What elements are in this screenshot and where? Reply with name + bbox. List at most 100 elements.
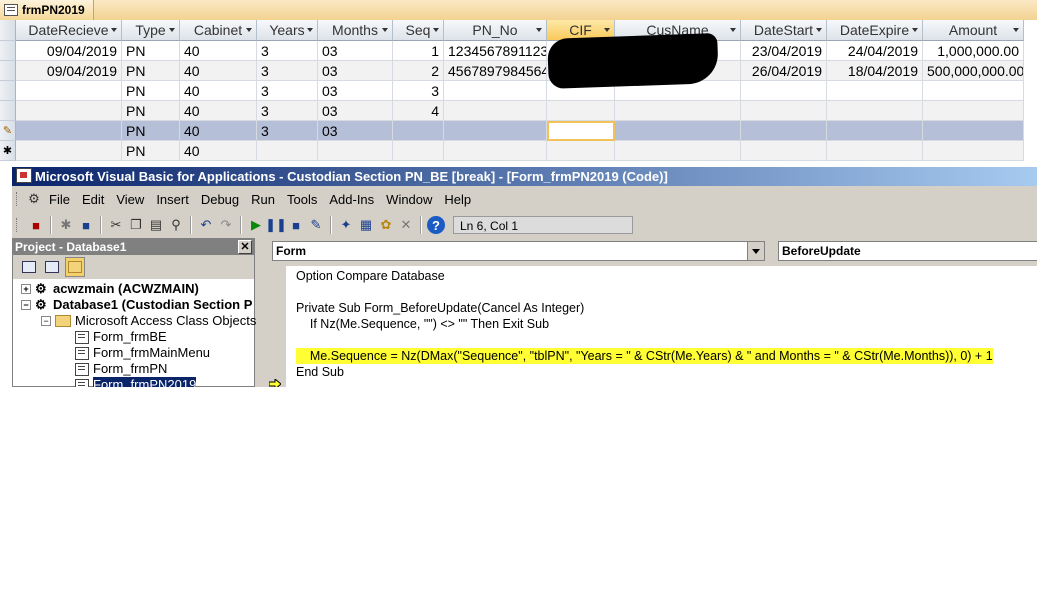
column-header[interactable]: DateExpire bbox=[827, 20, 923, 41]
table-cell[interactable]: PN bbox=[122, 81, 180, 101]
menu-debug[interactable]: Debug bbox=[195, 192, 245, 207]
table-cell-focused[interactable] bbox=[547, 121, 615, 141]
code-line-current-execution[interactable]: Me.Sequence = Nz(DMax("Sequence", "tblPN… bbox=[296, 348, 993, 364]
save-icon[interactable]: ■ bbox=[77, 216, 95, 234]
undo-icon[interactable]: ↶ bbox=[197, 216, 215, 234]
menu-insert[interactable]: Insert bbox=[150, 192, 195, 207]
code-editor[interactable]: Option Compare Database Private Sub Form… bbox=[286, 266, 1037, 387]
column-header[interactable]: Cabinet bbox=[180, 20, 257, 41]
table-cell[interactable] bbox=[547, 101, 615, 121]
document-menu-icon[interactable]: ⚙ bbox=[25, 190, 43, 208]
row-selector[interactable] bbox=[0, 41, 16, 61]
table-cell[interactable]: 40 bbox=[180, 41, 257, 61]
column-header[interactable]: Years bbox=[257, 20, 318, 41]
collapse-icon[interactable]: − bbox=[41, 316, 51, 326]
column-header[interactable]: Seq bbox=[393, 20, 444, 41]
project-explorer-icon[interactable]: ✦ bbox=[337, 216, 355, 234]
table-cell[interactable] bbox=[393, 141, 444, 161]
table-cell[interactable] bbox=[547, 141, 615, 161]
menu-tools[interactable]: Tools bbox=[281, 192, 323, 207]
table-cell[interactable]: 03 bbox=[318, 101, 393, 121]
code-line[interactable]: End Sub bbox=[296, 364, 344, 380]
table-cell[interactable] bbox=[923, 121, 1024, 141]
code-margin-indicator-bar[interactable] bbox=[264, 266, 287, 387]
tree-node-form-selected[interactable]: Form_frmPN2019 bbox=[75, 377, 197, 387]
menu-view[interactable]: View bbox=[110, 192, 150, 207]
table-cell[interactable] bbox=[393, 121, 444, 141]
table-cell[interactable]: 3 bbox=[393, 81, 444, 101]
procedure-dropdown[interactable]: BeforeUpdate bbox=[778, 241, 1037, 261]
table-cell[interactable] bbox=[16, 141, 122, 161]
table-cell[interactable]: 4 bbox=[393, 101, 444, 121]
collapse-icon[interactable]: − bbox=[21, 300, 31, 310]
table-cell[interactable]: PN bbox=[122, 141, 180, 161]
expand-icon[interactable]: + bbox=[21, 284, 31, 294]
table-cell[interactable] bbox=[444, 141, 547, 161]
table-cell[interactable]: 1,000,000.00 bbox=[923, 41, 1024, 61]
table-cell[interactable]: 3 bbox=[257, 101, 318, 121]
table-cell[interactable]: 03 bbox=[318, 61, 393, 81]
tree-node-acwzmain[interactable]: + ⚙ acwzmain (ACWZMAIN) bbox=[21, 281, 199, 297]
table-cell[interactable]: 40 bbox=[180, 101, 257, 121]
table-cell[interactable]: 03 bbox=[318, 121, 393, 141]
cut-icon[interactable]: ✂ bbox=[107, 216, 125, 234]
table-cell[interactable]: 09/04/2019 bbox=[16, 61, 122, 81]
table-cell[interactable] bbox=[827, 101, 923, 121]
tree-node-database1[interactable]: − ⚙ Database1 (Custodian Section P bbox=[21, 297, 252, 313]
table-cell[interactable]: 3 bbox=[257, 61, 318, 81]
table-cell[interactable] bbox=[741, 141, 827, 161]
table-cell[interactable]: 40 bbox=[180, 141, 257, 161]
vba-title-bar[interactable]: Microsoft Visual Basic for Applications … bbox=[12, 167, 1037, 186]
table-cell[interactable] bbox=[615, 141, 741, 161]
table-cell[interactable]: 2 bbox=[393, 61, 444, 81]
object-browser-icon[interactable]: ✿ bbox=[377, 216, 395, 234]
table-cell[interactable] bbox=[257, 141, 318, 161]
table-cell[interactable] bbox=[444, 101, 547, 121]
table-cell[interactable]: PN bbox=[122, 101, 180, 121]
table-cell[interactable]: 03 bbox=[318, 81, 393, 101]
table-cell[interactable] bbox=[741, 121, 827, 141]
select-all-box[interactable] bbox=[0, 20, 16, 41]
row-selector[interactable] bbox=[0, 81, 16, 101]
table-cell[interactable]: PN bbox=[122, 41, 180, 61]
toggle-folders-icon[interactable] bbox=[65, 257, 85, 277]
table-cell[interactable] bbox=[827, 121, 923, 141]
row-selector[interactable] bbox=[0, 61, 16, 81]
table-cell[interactable]: PN bbox=[122, 61, 180, 81]
table-cell[interactable]: 09/04/2019 bbox=[16, 41, 122, 61]
view-code-icon[interactable] bbox=[19, 257, 39, 277]
toolbar-grip-handle[interactable] bbox=[16, 218, 20, 232]
code-line[interactable]: If Nz(Me.Sequence, "") <> "" Then Exit S… bbox=[296, 316, 549, 332]
menu-window[interactable]: Window bbox=[380, 192, 438, 207]
table-cell[interactable] bbox=[16, 81, 122, 101]
menu-add-ins[interactable]: Add-Ins bbox=[323, 192, 380, 207]
menu-run[interactable]: Run bbox=[245, 192, 281, 207]
table-cell[interactable]: 26/04/2019 bbox=[741, 61, 827, 81]
table-cell[interactable]: 40 bbox=[180, 61, 257, 81]
table-cell[interactable]: 3 bbox=[257, 121, 318, 141]
view-access-icon[interactable]: ■ bbox=[27, 216, 45, 234]
menu-file[interactable]: File bbox=[43, 192, 76, 207]
insert-module-icon[interactable]: ✱ bbox=[57, 216, 75, 234]
code-line[interactable]: Private Sub Form_BeforeUpdate(Cancel As … bbox=[296, 300, 584, 316]
column-header[interactable]: DateRecieve bbox=[16, 20, 122, 41]
table-cell[interactable]: 23/04/2019 bbox=[741, 41, 827, 61]
table-cell[interactable]: 03 bbox=[318, 41, 393, 61]
table-cell[interactable]: 3 bbox=[257, 41, 318, 61]
table-cell[interactable]: 40 bbox=[180, 121, 257, 141]
column-header[interactable]: Months bbox=[318, 20, 393, 41]
form-tab[interactable]: frmPN2019 bbox=[0, 0, 94, 20]
table-cell[interactable]: 24/04/2019 bbox=[827, 41, 923, 61]
run-icon[interactable]: ▶ bbox=[247, 216, 265, 234]
table-cell[interactable] bbox=[615, 121, 741, 141]
table-cell[interactable] bbox=[741, 101, 827, 121]
find-icon[interactable]: ⚲ bbox=[167, 216, 185, 234]
view-object-icon[interactable] bbox=[42, 257, 62, 277]
object-dropdown[interactable]: Form bbox=[272, 241, 765, 261]
column-header[interactable]: Type bbox=[122, 20, 180, 41]
table-cell[interactable] bbox=[923, 141, 1024, 161]
close-icon[interactable]: ✕ bbox=[238, 240, 252, 254]
table-cell[interactable]: 500,000,000.00 bbox=[923, 61, 1024, 81]
tree-node-form[interactable]: Form_frmPN bbox=[75, 361, 167, 377]
table-cell[interactable]: 1234567891123 bbox=[444, 41, 547, 61]
